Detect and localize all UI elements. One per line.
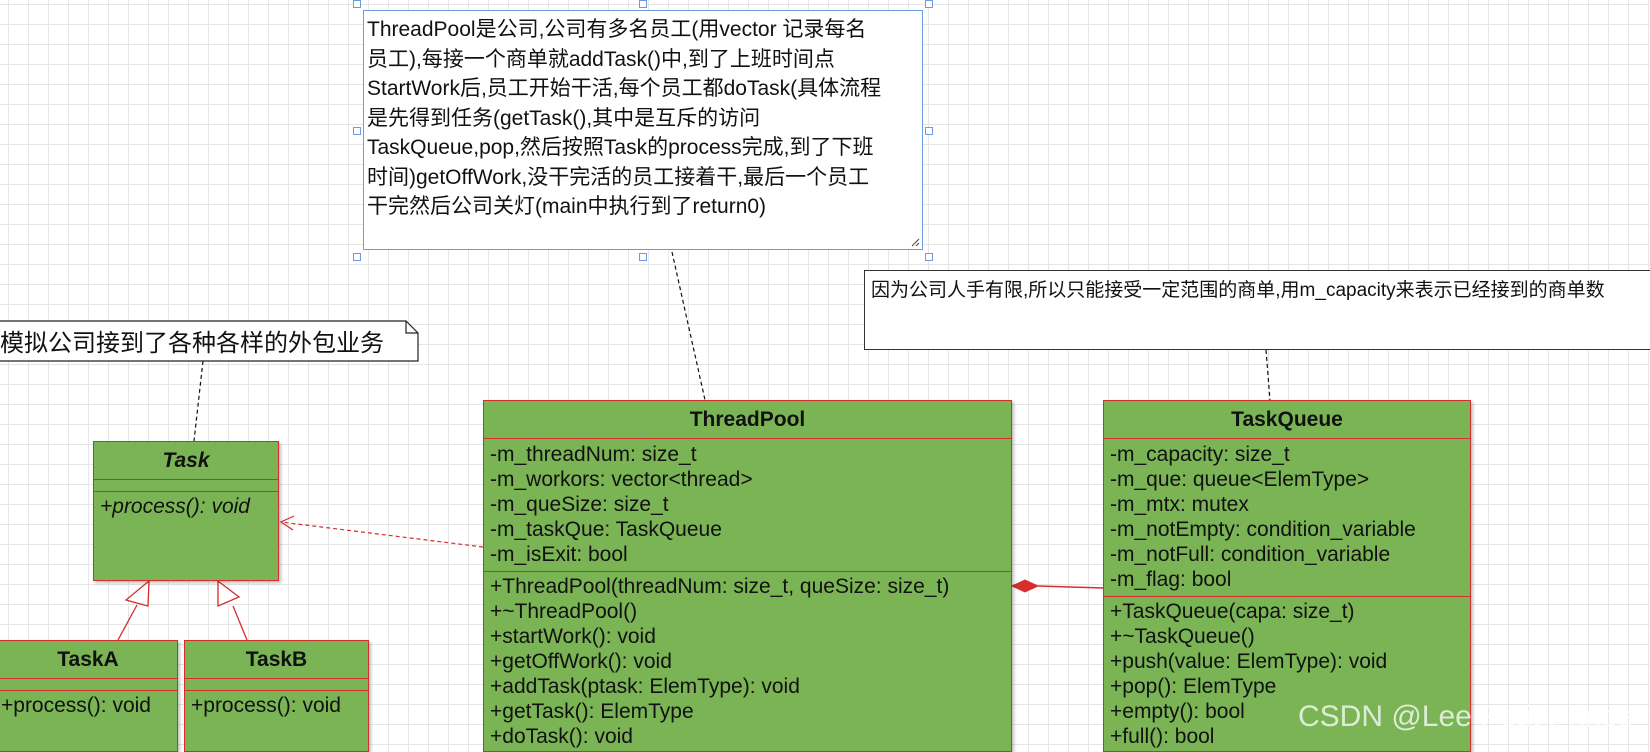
- inherit-taska-line: [117, 604, 138, 641]
- class-taska-name: TaskA: [0, 641, 177, 679]
- method-row: +pop(): ElemType: [1110, 675, 1277, 698]
- method-row: +process(): void: [191, 694, 341, 717]
- selection-handle-bl[interactable]: [353, 253, 361, 261]
- capacity-note-text: 因为公司人手有限,所以只能接受一定范围的商单,用m_capacity来表示已经接…: [871, 280, 1605, 301]
- composition-diamond: [1010, 579, 1040, 593]
- attribute-row: -m_notFull: condition_variable: [1110, 543, 1391, 566]
- method-row: +~TaskQueue(): [1110, 625, 1255, 648]
- method-row: +getOffWork(): void: [490, 650, 672, 673]
- diagram-canvas[interactable]: ThreadPool是公司,公司有多名员工(用vector 记录每名 员工),每…: [0, 0, 1650, 752]
- method-row: +addTask(ptask: ElemType): void: [490, 675, 800, 698]
- composition-line: [1037, 585, 1104, 589]
- class-taskb-name: TaskB: [185, 641, 368, 679]
- resize-grip-icon[interactable]: [910, 237, 920, 247]
- class-taskb-attributes: [185, 679, 368, 691]
- selection-handle-tl[interactable]: [353, 0, 361, 8]
- connector-task-note: [193, 360, 204, 442]
- attribute-row: -m_mtx: mutex: [1110, 493, 1249, 516]
- attribute-row: -m_queSize: size_t: [490, 493, 669, 516]
- class-task-methods: +process(): void: [94, 492, 278, 519]
- method-row: +TaskQueue(capa: size_t): [1110, 600, 1355, 623]
- class-taskqueue-name: TaskQueue: [1104, 401, 1470, 439]
- task-note-text: 模拟公司接到了各种各样的外包业务: [0, 330, 384, 357]
- class-task[interactable]: Task +process(): void: [93, 441, 279, 581]
- attribute-row: -m_workors: vector<thread>: [490, 468, 753, 491]
- class-taska[interactable]: TaskA +process(): void: [0, 640, 178, 752]
- task-note[interactable]: 模拟公司接到了各种各样的外包业务: [0, 321, 418, 361]
- selection-handle-l[interactable]: [353, 127, 361, 135]
- method-row: +ThreadPool(threadNum: size_t, queSize: …: [490, 575, 950, 598]
- inherit-taska-triangle: [124, 579, 150, 607]
- csdn-watermark: CSDN @Lee Petit Prince: [1298, 700, 1634, 733]
- class-task-name: Task: [94, 442, 278, 480]
- class-taskb-methods: +process(): void: [185, 691, 368, 718]
- class-threadpool[interactable]: ThreadPool -m_threadNum: size_t -m_worko…: [483, 400, 1012, 752]
- class-threadpool-methods: +ThreadPool(threadNum: size_t, queSize: …: [484, 572, 1011, 749]
- class-taskb[interactable]: TaskB +process(): void: [184, 640, 369, 752]
- method-row: +getTask(): ElemType: [490, 700, 694, 723]
- inherit-taskb-triangle: [217, 579, 241, 607]
- method-row: +process(): void: [1, 694, 151, 717]
- selection-handle-r[interactable]: [925, 127, 933, 135]
- selection-handle-t[interactable]: [639, 0, 647, 8]
- selection-handle-b[interactable]: [639, 253, 647, 261]
- connector-capacity-note: [1265, 349, 1271, 401]
- class-threadpool-attributes: -m_threadNum: size_t -m_workors: vector<…: [484, 439, 1011, 572]
- class-taskqueue-attributes: -m_capacity: size_t -m_que: queue<ElemTy…: [1104, 439, 1470, 597]
- dependency-arrow-line: [280, 521, 484, 548]
- method-row: +doTask(): void: [490, 725, 633, 748]
- class-threadpool-name: ThreadPool: [484, 401, 1011, 439]
- class-taska-methods: +process(): void: [0, 691, 177, 718]
- selection-handle-tr[interactable]: [925, 0, 933, 8]
- attribute-row: -m_isExit: bool: [490, 543, 628, 566]
- selection-handle-br[interactable]: [925, 253, 933, 261]
- method-row: +~ThreadPool(): [490, 600, 638, 623]
- capacity-note[interactable]: 因为公司人手有限,所以只能接受一定范围的商单,用m_capacity来表示已经接…: [864, 270, 1650, 350]
- class-task-attributes: [94, 480, 278, 492]
- attribute-row: -m_capacity: size_t: [1110, 443, 1290, 466]
- attribute-row: -m_notEmpty: condition_variable: [1110, 518, 1416, 541]
- threadpool-description-text[interactable]: ThreadPool是公司,公司有多名员工(用vector 记录每名 员工),每…: [367, 15, 916, 222]
- method-row: +process(): void: [100, 495, 250, 518]
- connector-threadpool-note: [671, 251, 706, 401]
- threadpool-description-note[interactable]: ThreadPool是公司,公司有多名员工(用vector 记录每名 员工),每…: [363, 10, 923, 250]
- attribute-row: -m_taskQue: TaskQueue: [490, 518, 722, 541]
- attribute-row: -m_flag: bool: [1110, 568, 1232, 591]
- method-row: +push(value: ElemType): void: [1110, 650, 1388, 673]
- method-row: +startWork(): void: [490, 625, 656, 648]
- class-taska-attributes: [0, 679, 177, 691]
- attribute-row: -m_que: queue<ElemType>: [1110, 468, 1370, 491]
- attribute-row: -m_threadNum: size_t: [490, 443, 697, 466]
- inherit-taskb-line: [232, 605, 248, 641]
